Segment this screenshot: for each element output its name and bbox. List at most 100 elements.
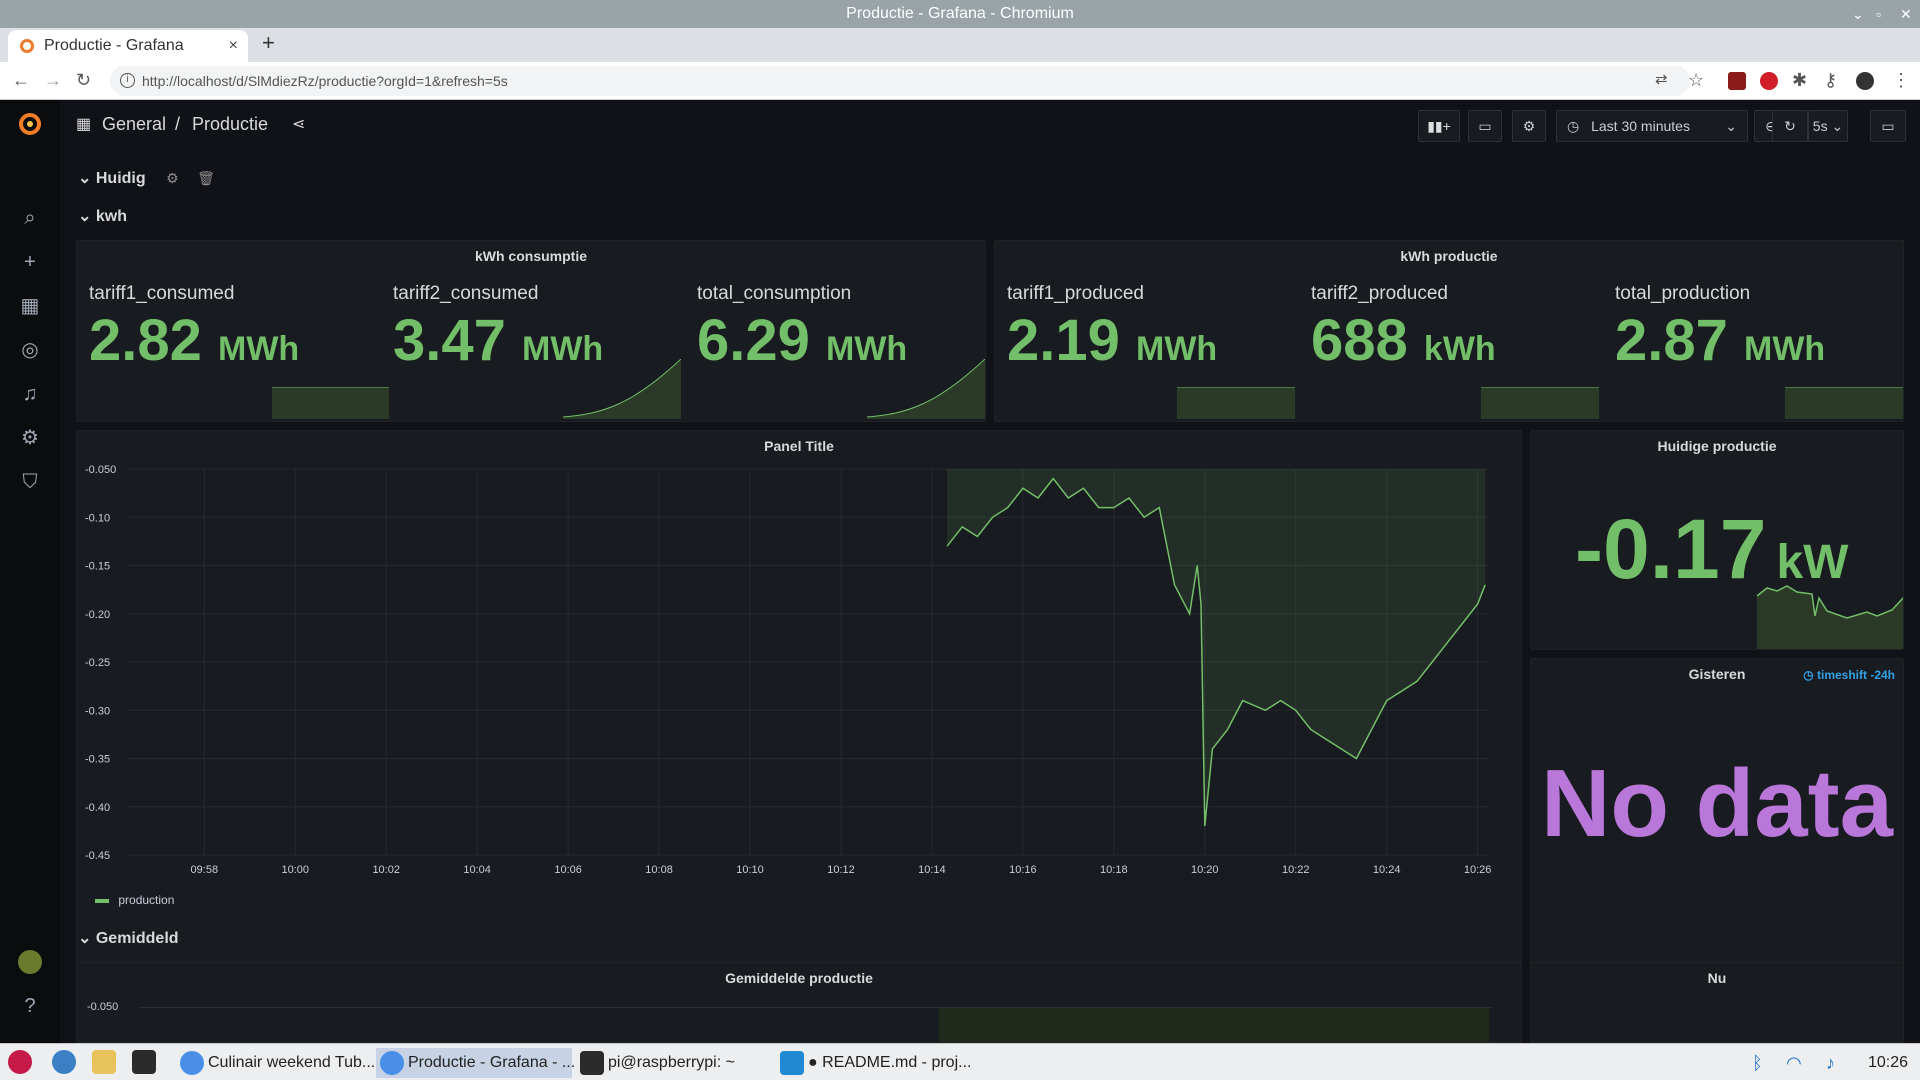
search-icon[interactable]: ⌕ bbox=[18, 206, 42, 230]
breadcrumb-separator: / bbox=[175, 114, 181, 134]
row-settings-gear-icon[interactable]: ⚙ bbox=[166, 170, 179, 186]
taskbar-item-chromium-2[interactable]: Productie - Grafana - ... bbox=[376, 1048, 575, 1078]
y-tick-label: -0.30 bbox=[85, 705, 110, 717]
terminal-icon bbox=[580, 1051, 604, 1075]
taskbar-item-chromium-1[interactable]: Culinair weekend Tub... bbox=[176, 1048, 375, 1078]
volume-icon[interactable]: ♪ bbox=[1826, 1048, 1835, 1078]
browser-launcher-icon[interactable] bbox=[52, 1050, 76, 1074]
production-panel[interactable]: kWh productie tariff1_produced 2.19 MWh … bbox=[994, 240, 1904, 422]
y-tick-label: -0.35 bbox=[85, 754, 110, 766]
time-range-label: Last 30 minutes bbox=[1591, 118, 1690, 134]
tv-mode-button[interactable]: ▭ bbox=[1870, 110, 1906, 142]
site-info-icon[interactable]: i bbox=[120, 73, 135, 88]
terminal-launcher-icon[interactable] bbox=[132, 1050, 156, 1074]
bookmark-star-icon[interactable]: ☆ bbox=[1688, 70, 1704, 91]
dashboard-settings-button[interactable]: ⚙ bbox=[1512, 110, 1546, 142]
create-plus-icon[interactable]: + bbox=[18, 250, 42, 274]
stat-name: tariff1_produced bbox=[1007, 283, 1144, 304]
minimize-icon[interactable]: ⌄ bbox=[1852, 0, 1864, 28]
now-panel[interactable]: Nu bbox=[1530, 962, 1904, 1043]
time-picker-button[interactable]: ◷ Last 30 minutes ⌄ bbox=[1556, 110, 1748, 142]
x-tick-label: 10:20 bbox=[1191, 864, 1219, 876]
reload-icon[interactable]: ↻ bbox=[76, 70, 91, 91]
profile-avatar-icon[interactable] bbox=[1856, 72, 1874, 90]
browser-menu-icon[interactable]: ⋮ bbox=[1892, 70, 1910, 91]
stat-name: tariff1_consumed bbox=[89, 283, 235, 304]
row-kwh[interactable]: ⌄ kwh bbox=[78, 206, 127, 226]
legend-item[interactable]: production bbox=[95, 893, 174, 907]
grafana-sidebar: ⌕ + ▦ ◎ ♫ ⚙ ⛉ ? bbox=[0, 100, 60, 1043]
y-tick-label: -0.050 bbox=[85, 464, 116, 476]
translate-icon[interactable]: ⇄ bbox=[1655, 70, 1668, 88]
extension-icon[interactable] bbox=[1728, 72, 1746, 90]
consumption-panel[interactable]: kWh consumptie tariff1_consumed 2.82 MWh… bbox=[76, 240, 986, 422]
y-tick-label: -0.45 bbox=[85, 850, 110, 862]
refresh-button[interactable]: ↻ bbox=[1772, 110, 1808, 142]
x-tick-label: 10:08 bbox=[645, 864, 673, 876]
x-tick-label: 10:06 bbox=[554, 864, 582, 876]
wifi-icon[interactable]: ◠ bbox=[1786, 1048, 1802, 1078]
x-tick-label: 10:26 bbox=[1464, 864, 1492, 876]
legend-swatch bbox=[95, 898, 109, 903]
close-tab-icon[interactable]: × bbox=[229, 30, 238, 62]
x-tick-label: 10:10 bbox=[736, 864, 764, 876]
x-tick-label: 10:00 bbox=[281, 864, 309, 876]
user-avatar[interactable] bbox=[18, 950, 42, 974]
extensions-puzzle-icon[interactable]: ✱ bbox=[1792, 70, 1807, 91]
back-icon[interactable]: ← bbox=[12, 70, 30, 91]
breadcrumb-folder[interactable]: General bbox=[102, 114, 166, 135]
y-tick-label: -0.40 bbox=[85, 802, 110, 814]
window-title: Productie - Grafana - Chromium bbox=[846, 5, 1074, 22]
dashboard-grid-icon: ▦ bbox=[76, 116, 92, 133]
explore-compass-icon[interactable]: ◎ bbox=[18, 338, 42, 362]
alerting-bell-icon[interactable]: ♫ bbox=[18, 382, 42, 406]
row-gemiddeld-title: Gemiddeld bbox=[95, 930, 179, 947]
x-tick-label: 10:12 bbox=[827, 864, 855, 876]
x-tick-label: 10:04 bbox=[463, 864, 491, 876]
page-title[interactable]: Productie bbox=[192, 114, 268, 135]
maximize-icon[interactable]: ▫ bbox=[1876, 0, 1881, 28]
stat-value: 2.87 MWh bbox=[1615, 308, 1826, 373]
key-icon[interactable]: ⚷ bbox=[1824, 70, 1837, 91]
help-icon[interactable]: ? bbox=[18, 994, 42, 1018]
close-window-icon[interactable]: ✕ bbox=[1900, 0, 1912, 28]
forward-icon[interactable]: → bbox=[44, 70, 62, 91]
dashboards-grid-icon[interactable]: ▦ bbox=[18, 294, 42, 318]
gridline bbox=[139, 1007, 1491, 1008]
browser-tab[interactable]: Productie - Grafana × bbox=[8, 30, 248, 62]
url-input[interactable]: i http://localhost/d/SlMdiezRz/productie… bbox=[110, 66, 1690, 96]
url-text: http://localhost/d/SlMdiezRz/productie?o… bbox=[142, 73, 508, 89]
configuration-gear-icon[interactable]: ⚙ bbox=[18, 426, 42, 450]
row-gemiddeld[interactable]: ⌄ Gemiddeld bbox=[78, 928, 179, 948]
new-tab-icon[interactable]: + bbox=[262, 30, 275, 56]
y-tick-label: -0.10 bbox=[85, 512, 110, 524]
row-huidig[interactable]: ⌄ Huidig ⚙ 🗑 bbox=[78, 168, 215, 188]
raspberry-menu-icon[interactable] bbox=[8, 1050, 32, 1074]
panel-title: kWh consumptie bbox=[474, 248, 587, 264]
refresh-interval-picker[interactable]: 5s ⌄ bbox=[1808, 110, 1848, 142]
taskbar-item-vscode[interactable]: ● README.md - proj... bbox=[776, 1048, 972, 1078]
add-panel-button[interactable]: ▮▮+ bbox=[1418, 110, 1460, 142]
clock[interactable]: 10:26 bbox=[1868, 1048, 1908, 1078]
ublock-icon[interactable] bbox=[1760, 72, 1778, 90]
server-admin-shield-icon[interactable]: ⛉ bbox=[18, 470, 42, 494]
stat-total-production: total_production 2.87 MWh bbox=[1615, 269, 1915, 419]
graph-panel[interactable]: Panel Title -0.050 -0.10 -0.15 -0.20 -0.25 -0… bbox=[76, 430, 1522, 1015]
file-manager-icon[interactable] bbox=[92, 1050, 116, 1074]
taskbar-item-terminal[interactable]: pi@raspberrypi: ~ bbox=[576, 1048, 772, 1078]
grafana-logo-icon[interactable] bbox=[18, 112, 42, 136]
x-tick-label: 10:24 bbox=[1373, 864, 1401, 876]
current-value: -0.17 kW bbox=[1575, 502, 1849, 596]
bluetooth-icon[interactable]: ᛒ bbox=[1752, 1048, 1763, 1078]
production-chart[interactable]: -0.050 -0.10 -0.15 -0.20 -0.25 -0.30 -0.35 -0.4… bbox=[77, 461, 1523, 1001]
y-tick-label: -0.15 bbox=[85, 561, 110, 573]
row-delete-trash-icon[interactable]: 🗑 bbox=[197, 170, 215, 186]
clock-icon: ◷ bbox=[1567, 118, 1580, 134]
sparkline bbox=[272, 387, 389, 419]
current-production-panel[interactable]: Huidige productie -0.17 kW bbox=[1530, 430, 1904, 650]
share-icon[interactable]: ⋖ bbox=[292, 114, 305, 134]
average-production-panel[interactable]: Gemiddelde productie -0.050 bbox=[76, 962, 1522, 1043]
refresh-interval-label: 5s bbox=[1812, 118, 1828, 134]
save-dashboard-button[interactable]: ▭ bbox=[1468, 110, 1502, 142]
row-huidig-title: Huidig bbox=[95, 170, 146, 187]
